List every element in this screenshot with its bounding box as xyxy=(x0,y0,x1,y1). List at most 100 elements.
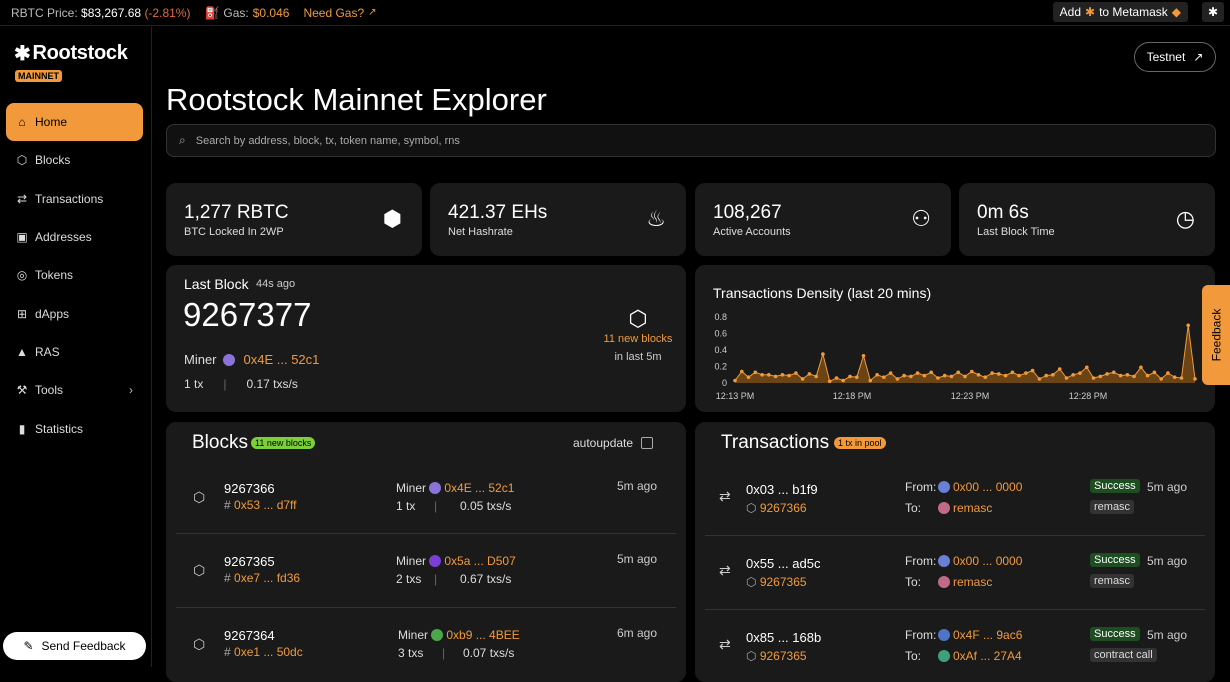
status-badge: Success xyxy=(1090,479,1140,493)
tx-hash-link[interactable]: 0x55 ... ad5c xyxy=(746,556,820,571)
swap-icon: ⇄ xyxy=(719,488,731,504)
to-address-link[interactable]: 0xAf ... 27A4 xyxy=(953,649,1022,663)
block-row[interactable]: ⬡ 9267364 # 0xe1 ... 50dc Miner 0xb9 ...… xyxy=(176,608,676,682)
block-hash-link[interactable]: 0xe7 ... fd36 xyxy=(234,571,300,585)
sidebar-item-statistics[interactable]: ▮ Statistics xyxy=(6,409,143,447)
page-title: Rootstock Mainnet Explorer xyxy=(166,82,547,117)
tx-to: 0xAf ... 27A4 xyxy=(938,649,1022,663)
tx-type-badge: contract call xyxy=(1090,648,1157,662)
density-point xyxy=(787,373,791,378)
sidebar-item-ras[interactable]: ▲ RAS xyxy=(6,333,143,371)
miner-address-link[interactable]: 0xb9 ... 4BEE xyxy=(446,628,519,642)
tx-hash-link[interactable]: 0x03 ... b1f9 xyxy=(746,482,818,497)
density-point xyxy=(1159,377,1163,381)
block-hash-link[interactable]: 0xe1 ... 50dc xyxy=(234,645,303,659)
from-label: From: xyxy=(905,554,937,568)
sidebar-item-blocks[interactable]: ⬡ Blocks xyxy=(6,141,143,179)
sidebar-item-home[interactable]: ⌂ Home xyxy=(6,103,143,142)
block-ago: 5m ago xyxy=(617,479,658,493)
tx-block-link[interactable]: 9267366 xyxy=(760,501,807,515)
density-point xyxy=(1166,371,1170,375)
miner-address-link[interactable]: 0x4E ... 52c1 xyxy=(444,481,514,495)
bitcoin-icon: ⬢ xyxy=(382,206,402,231)
swap-icon: ⇄ xyxy=(16,191,28,206)
miner-address-link[interactable]: 0x4E ... 52c1 xyxy=(244,352,320,367)
block-row[interactable]: ⬡ 9267366 # 0x53 ... d7ff Miner 0x4E ...… xyxy=(176,467,676,534)
stat-card-hashrate: 421.37 EHs Net Hashrate ♨ xyxy=(430,183,686,256)
transactions-panel-title: Transactions xyxy=(721,432,830,453)
density-point xyxy=(882,375,886,379)
density-point xyxy=(895,377,900,381)
to-address-link[interactable]: remasc xyxy=(953,501,992,515)
block-number-link[interactable]: 9267365 xyxy=(224,554,275,569)
autoupdate-toggle[interactable]: autoupdate xyxy=(573,436,654,450)
sidebar-item-transactions[interactable]: ⇄ Transactions xyxy=(6,180,143,218)
sidebar-item-tools[interactable]: ⚒ Tools › xyxy=(6,371,143,409)
address-avatar xyxy=(938,481,950,493)
from-address-link[interactable]: 0x00 ... 0000 xyxy=(953,480,1022,494)
new-blocks-count: 11 new blocks xyxy=(603,333,673,345)
tx-from: 0x4F ... 9ac6 xyxy=(938,628,1022,642)
settings-button[interactable]: ✱ xyxy=(1202,2,1224,22)
block-number-link[interactable]: 9267364 xyxy=(224,628,275,643)
need-gas-link[interactable]: Need Gas? ↗ xyxy=(303,6,376,20)
miner-avatar xyxy=(431,629,444,641)
apps-icon: ⊞ xyxy=(16,306,28,321)
autoupdate-checkbox[interactable] xyxy=(641,437,654,449)
block-row[interactable]: ⬡ 9267365 # 0xe7 ... fd36 Miner 0x5a ...… xyxy=(176,534,676,608)
search-bar[interactable]: ⌕ xyxy=(166,124,1216,157)
tx-row[interactable]: ⇄ 0x85 ... 168b ⬡ 9267365 From: 0x4F ...… xyxy=(705,610,1205,682)
testnet-button[interactable]: Testnet ↗ xyxy=(1134,42,1216,72)
density-point xyxy=(855,375,859,379)
block-tx-rate: 0.07 txs/s xyxy=(463,646,515,660)
miner-address-link[interactable]: 0x5a ... D507 xyxy=(444,554,515,568)
density-point xyxy=(990,371,994,375)
sidebar-item-dapps[interactable]: ⊞ dApps xyxy=(6,294,143,332)
block-number-link[interactable]: 9267366 xyxy=(224,481,275,496)
tx-type-badge: remasc xyxy=(1090,500,1135,514)
flame-icon: ♨ xyxy=(646,206,666,231)
home-icon: ⌂ xyxy=(18,115,26,130)
density-point xyxy=(767,373,771,377)
from-address-link[interactable]: 0x00 ... 0000 xyxy=(953,554,1022,568)
last-block-tx-info: 1 tx | 0.17 txs/s xyxy=(184,377,298,391)
sidebar-item-label: Addresses xyxy=(35,230,92,245)
send-feedback-button[interactable]: ✎ Send Feedback xyxy=(3,632,146,660)
brand-logo[interactable]: ✱ Rootstock MAINNET xyxy=(14,41,128,84)
sidebar-item-label: Tokens xyxy=(35,268,74,283)
add-to-metamask-button[interactable]: Add ✱ to Metamask ◆ xyxy=(1052,2,1188,22)
rootstock-logo-icon: ✱ xyxy=(14,43,31,65)
gear-icon: ✱ xyxy=(1207,5,1219,19)
stat-label: Net Hashrate xyxy=(448,226,513,238)
density-point xyxy=(949,374,954,379)
stat-value: 1,277 RBTC xyxy=(184,202,289,223)
tx-block: ⬡ 9267366 xyxy=(746,501,807,515)
density-point xyxy=(1105,372,1109,376)
density-chart: 0 0.2 0.4 0.6 0.8 12:13 PM 12:18 PM 12:23 PM 12:… xyxy=(714,312,1197,401)
sidebar-item-tokens[interactable]: ◎ Tokens xyxy=(6,256,143,294)
tx-row[interactable]: ⇄ 0x03 ... b1f9 ⬡ 9267366 From: 0x00 ...… xyxy=(705,466,1205,536)
from-address-link[interactable]: 0x4F ... 9ac6 xyxy=(953,628,1022,642)
last-block-number[interactable]: 9267377 xyxy=(183,296,311,334)
miner-label: Miner xyxy=(396,554,427,568)
tx-row[interactable]: ⇄ 0x55 ... ad5c ⬡ 9267365 From: 0x00 ...… xyxy=(705,536,1205,610)
to-address-link[interactable]: remasc xyxy=(953,575,992,589)
search-input[interactable] xyxy=(195,134,1096,147)
price-change: (-2.81%) xyxy=(144,5,191,20)
last-block-card[interactable]: Last Block 44s ago 9267377 Miner 0x4E ..… xyxy=(166,265,686,412)
density-point xyxy=(848,374,852,379)
tx-block-link[interactable]: 9267365 xyxy=(760,649,807,663)
sidebar-item-addresses[interactable]: ▣ Addresses xyxy=(6,218,143,256)
density-point xyxy=(1186,323,1190,328)
density-point xyxy=(740,369,744,374)
feedback-tab[interactable]: Feedback xyxy=(1202,285,1230,385)
tx-hash-link[interactable]: 0x85 ... 168b xyxy=(746,630,821,645)
feedback-icon: ✎ xyxy=(23,639,34,653)
tx-ago: 5m ago xyxy=(1147,480,1188,494)
stat-label: Last Block Time xyxy=(977,226,1055,238)
tx-block-link[interactable]: 9267365 xyxy=(760,575,807,589)
density-point xyxy=(834,376,839,380)
new-blocks-indicator: ⬡ 11 new blocks in last 5m xyxy=(598,305,678,363)
y-tick-label: 0.8 xyxy=(714,312,727,322)
block-hash-link[interactable]: 0x53 ... d7ff xyxy=(234,498,297,512)
